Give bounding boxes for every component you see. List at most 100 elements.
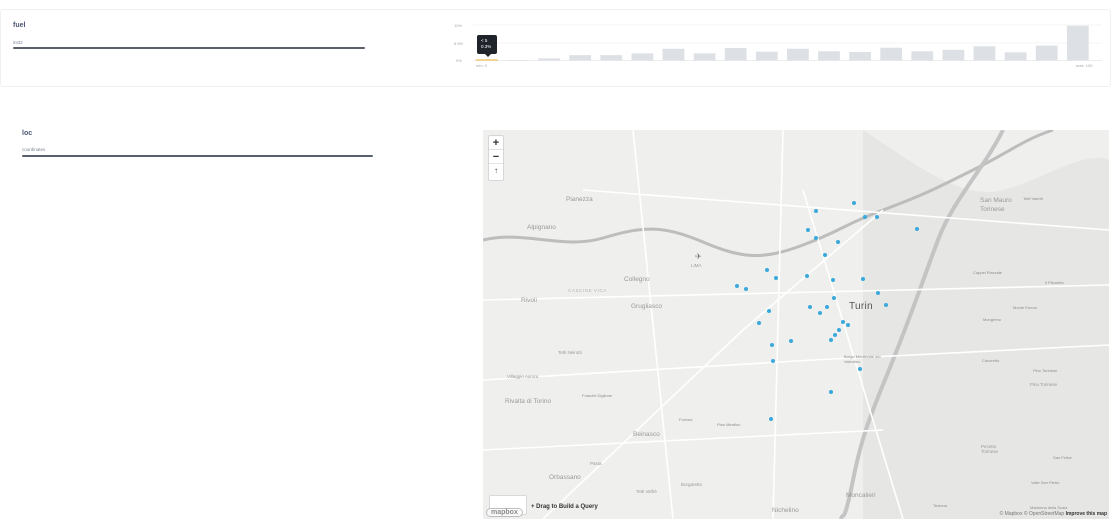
map-label-cappel: Cappel Piazzale	[973, 270, 1002, 275]
map-label-pian-mirafiori: Pian Mirafiori	[717, 422, 741, 427]
histogram-tooltip: < 5 0.3%	[477, 35, 497, 57]
map-label-turin: Turin	[849, 301, 873, 312]
histogram-bar[interactable]	[849, 51, 871, 61]
histogram-bar[interactable]	[942, 49, 965, 61]
histogram-bar[interactable]	[1035, 45, 1058, 61]
location-point[interactable]	[915, 227, 919, 231]
location-point[interactable]	[757, 321, 761, 325]
hills-shading	[863, 130, 1109, 519]
map-label-nichelino: Nichelino	[772, 507, 799, 514]
map-label-rivalta: Rivalta di Torino	[505, 398, 552, 405]
max-label: max: 100	[1076, 63, 1093, 68]
location-point[interactable]	[833, 333, 837, 337]
map-label-collegno: Collegno	[624, 276, 650, 283]
histogram-bar[interactable]	[476, 59, 498, 61]
location-point[interactable]	[735, 284, 739, 288]
location-point[interactable]	[825, 305, 829, 309]
histogram-bar[interactable]	[911, 51, 934, 61]
location-point[interactable]	[861, 277, 865, 281]
histogram-bar[interactable]	[693, 53, 716, 61]
map-label-orbassano: Orbassano	[549, 474, 581, 481]
histogram-bar[interactable]	[787, 48, 809, 61]
map-label-pilonetto: Il Pilonetto	[1045, 280, 1064, 285]
map-label-beinasco: Beinasco	[633, 431, 660, 438]
map-label-pasta: Pasta	[590, 461, 602, 466]
histogram-bar[interactable]	[880, 47, 903, 61]
map-label-borgo-medievale: Borgo Medievale del Valentino	[844, 354, 881, 364]
histogram-bar[interactable]	[662, 48, 685, 61]
location-point[interactable]	[774, 276, 778, 280]
map-label-moncalieri: Moncalieri	[846, 492, 876, 499]
histogram-bar[interactable]	[600, 55, 623, 61]
field-type-fuel: int32	[13, 40, 23, 45]
location-point[interactable]	[767, 309, 771, 313]
attribution-text[interactable]: © Mapbox © OpenStreetMap	[1000, 511, 1065, 517]
location-point[interactable]	[808, 305, 812, 309]
location-point[interactable]	[771, 359, 775, 363]
location-point[interactable]	[837, 328, 841, 332]
histogram-bar[interactable]	[631, 53, 654, 61]
location-point[interactable]	[829, 338, 833, 342]
map-label-borgaretto: Borgaretto	[681, 482, 703, 487]
map-attribution: © Mapbox © OpenStreetMap Improve this ma…	[1000, 511, 1107, 517]
location-point[interactable]	[823, 253, 827, 257]
location-point[interactable]	[841, 320, 845, 324]
location-point[interactable]	[876, 291, 880, 295]
field-type-loc: coordinates	[22, 147, 46, 152]
location-point[interactable]	[846, 323, 850, 327]
tooltip-value: 0.3%	[481, 43, 492, 49]
location-point[interactable]	[814, 209, 818, 213]
histogram-bar[interactable]	[538, 58, 560, 61]
location-point[interactable]	[818, 311, 822, 315]
location-point[interactable]	[858, 367, 862, 371]
map-label-fornaci: Fornaci	[679, 417, 693, 422]
map-label-villaggio-aurora: Villaggio Aurora	[507, 374, 539, 379]
location-point[interactable]	[806, 228, 810, 232]
location-point[interactable]	[829, 390, 833, 394]
compass-button[interactable]: ↑	[489, 164, 503, 178]
location-point[interactable]	[770, 343, 774, 347]
map-label-valle-san-pietro: Valle San Pietro	[1031, 480, 1060, 485]
zoom-in-button[interactable]: +	[489, 136, 503, 150]
loc-map[interactable]: Pianezza Alpignano Collegno Rivoli Grugl…	[483, 130, 1109, 519]
map-label-lima: LIMA	[691, 263, 702, 268]
y-tick-bottom: 0%	[456, 58, 462, 63]
histogram-bar[interactable]	[973, 46, 996, 61]
location-point[interactable]	[765, 268, 769, 272]
location-point[interactable]	[831, 278, 835, 282]
histogram-bar[interactable]	[569, 55, 592, 61]
location-point[interactable]	[875, 215, 879, 219]
map-label-alpignano: Alpignano	[527, 224, 556, 231]
location-point[interactable]	[836, 240, 840, 244]
map-label-tetti-valfre: Tetti Valfrè	[636, 489, 657, 494]
mapbox-logo[interactable]: mapbox	[486, 508, 523, 517]
histogram-bar[interactable]	[818, 51, 840, 61]
histogram-bar[interactable]	[1066, 25, 1089, 61]
location-point[interactable]	[884, 303, 888, 307]
location-point[interactable]	[863, 215, 867, 219]
y-tick-mid: 6.5%	[454, 41, 464, 46]
drag-to-build-query-label: + Drag to Build a Query	[531, 504, 598, 510]
fuel-distribution-rule	[13, 47, 365, 49]
improve-map-link[interactable]: Improve this map	[1066, 511, 1107, 517]
location-point[interactable]	[789, 339, 793, 343]
map-label-tetti-neirotti: Tetti Neirotti	[558, 350, 582, 355]
map-base-layer	[483, 130, 1109, 519]
map-label-pecetto: Pecetto Torinese	[981, 444, 999, 454]
location-point[interactable]	[769, 417, 773, 421]
histogram-bar[interactable]	[755, 51, 778, 61]
min-label: min: 0	[476, 63, 488, 68]
location-point[interactable]	[744, 287, 748, 291]
zoom-out-button[interactable]: −	[489, 150, 503, 164]
location-point[interactable]	[852, 201, 856, 205]
histogram-bar[interactable]	[724, 48, 747, 61]
location-point[interactable]	[814, 236, 818, 240]
histogram-bar[interactable]	[1004, 52, 1027, 61]
map-label-rivoli: Rivoli	[521, 297, 537, 304]
location-point[interactable]	[832, 296, 836, 300]
map-label-pianezza: Pianezza	[566, 196, 593, 203]
zoom-control: + − ↑	[488, 135, 504, 181]
fuel-histogram[interactable]: 10% 6.5% 0% min: 0 max: 100	[452, 16, 1107, 72]
histogram-bar[interactable]	[507, 60, 529, 61]
location-point[interactable]	[805, 274, 809, 278]
